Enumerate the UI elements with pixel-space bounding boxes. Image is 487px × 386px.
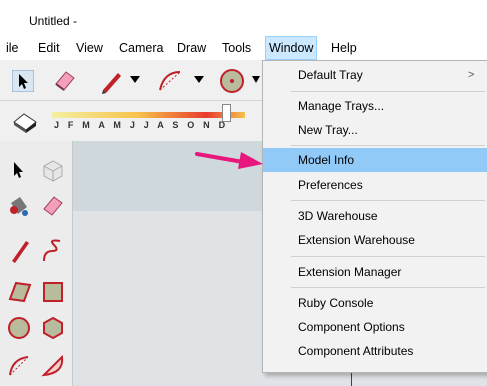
- menu-item-label: Extension Manager: [298, 265, 402, 279]
- menu-help[interactable]: Help: [331, 41, 357, 55]
- menu-separator: [291, 200, 485, 201]
- title-bar: Untitled -: [0, 0, 487, 36]
- menu-separator: [291, 256, 485, 257]
- menu-edit[interactable]: Edit: [38, 41, 60, 55]
- circle-shape-icon[interactable]: [218, 67, 246, 95]
- menu-camera[interactable]: Camera: [119, 41, 163, 55]
- pencil-line-icon[interactable]: [98, 68, 124, 94]
- menu-item-label: Preferences: [298, 178, 363, 192]
- menu-item-manage-trays[interactable]: Manage Trays...: [263, 94, 487, 118]
- menu-view[interactable]: View: [76, 41, 103, 55]
- menu-separator: [291, 91, 485, 92]
- menu-item-label: New Tray...: [298, 123, 358, 137]
- menu-item-label: Component Attributes: [298, 344, 414, 358]
- menu-separator: [291, 145, 485, 146]
- menu-item-ruby-console[interactable]: Ruby Console: [263, 291, 487, 315]
- menu-draw[interactable]: Draw: [177, 41, 206, 55]
- menu-window[interactable]: Window: [265, 36, 318, 60]
- menu-item-label: 3D Warehouse: [298, 209, 378, 223]
- main-toolbar: [0, 60, 262, 101]
- menu-item-3d-warehouse[interactable]: 3D Warehouse: [263, 204, 487, 228]
- blue-axis-line: [351, 372, 352, 386]
- shadow-month-slider[interactable]: J F M A M J J A S O N D: [52, 112, 245, 132]
- menu-item-label: Extension Warehouse: [298, 233, 415, 247]
- menu-item-label: Default Tray: [298, 68, 363, 82]
- menu-item-default-tray[interactable]: Default Tray >: [263, 63, 487, 87]
- menu-item-label: Ruby Console: [298, 296, 374, 310]
- chevron-down-icon[interactable]: [194, 76, 204, 84]
- chevron-down-icon[interactable]: [130, 76, 140, 84]
- circle-tool-icon[interactable]: [6, 315, 32, 341]
- select-arrow-icon[interactable]: [8, 159, 30, 181]
- menu-item-label: Component Options: [298, 320, 405, 334]
- month-gradient: [52, 112, 245, 118]
- make-component-icon[interactable]: [40, 157, 66, 183]
- arc-tool-icon[interactable]: [6, 353, 32, 379]
- eraser-icon[interactable]: [52, 68, 78, 94]
- month-slider-handle[interactable]: [222, 104, 231, 122]
- menu-tools[interactable]: Tools: [222, 41, 251, 55]
- menu-item-label: Manage Trays...: [298, 99, 385, 113]
- month-labels: J F M A M J J A S O N D: [54, 120, 229, 130]
- menu-item-component-attributes[interactable]: Component Attributes: [263, 339, 487, 363]
- freehand-icon[interactable]: [40, 237, 66, 265]
- menu-file[interactable]: ile: [6, 41, 19, 55]
- shadows-toggle-icon[interactable]: [12, 110, 38, 134]
- menu-item-extension-warehouse[interactable]: Extension Warehouse: [263, 228, 487, 252]
- menu-item-component-options[interactable]: Component Options: [263, 315, 487, 339]
- window-menu-dropdown: Default Tray > Manage Trays... New Tray.…: [262, 60, 487, 373]
- menu-separator: [291, 287, 485, 288]
- large-toolset: [0, 141, 73, 386]
- chevron-down-icon[interactable]: [252, 76, 260, 84]
- line-tool-icon[interactable]: [6, 237, 32, 265]
- submenu-arrow-icon: >: [468, 69, 475, 81]
- rectangle-icon[interactable]: [6, 279, 32, 305]
- menu-item-label: Model Info: [298, 153, 355, 167]
- rotated-rectangle-icon[interactable]: [40, 279, 66, 305]
- menu-bar: ile Edit View Camera Draw Tools Window H…: [0, 36, 487, 60]
- menu-item-model-info[interactable]: Model Info: [263, 148, 487, 172]
- arc-icon[interactable]: [156, 68, 184, 94]
- select-arrow-icon[interactable]: [12, 70, 34, 92]
- polygon-icon[interactable]: [40, 315, 66, 341]
- eraser-icon[interactable]: [40, 193, 66, 219]
- paint-bucket-icon[interactable]: [6, 193, 32, 219]
- pie-tool-icon[interactable]: [40, 353, 66, 379]
- annotation-arrow-icon: [195, 152, 263, 169]
- menu-item-new-tray[interactable]: New Tray...: [263, 118, 487, 142]
- window-title: Untitled -: [29, 14, 78, 28]
- menu-item-extension-manager[interactable]: Extension Manager: [263, 260, 487, 284]
- menu-item-preferences[interactable]: Preferences: [263, 173, 487, 197]
